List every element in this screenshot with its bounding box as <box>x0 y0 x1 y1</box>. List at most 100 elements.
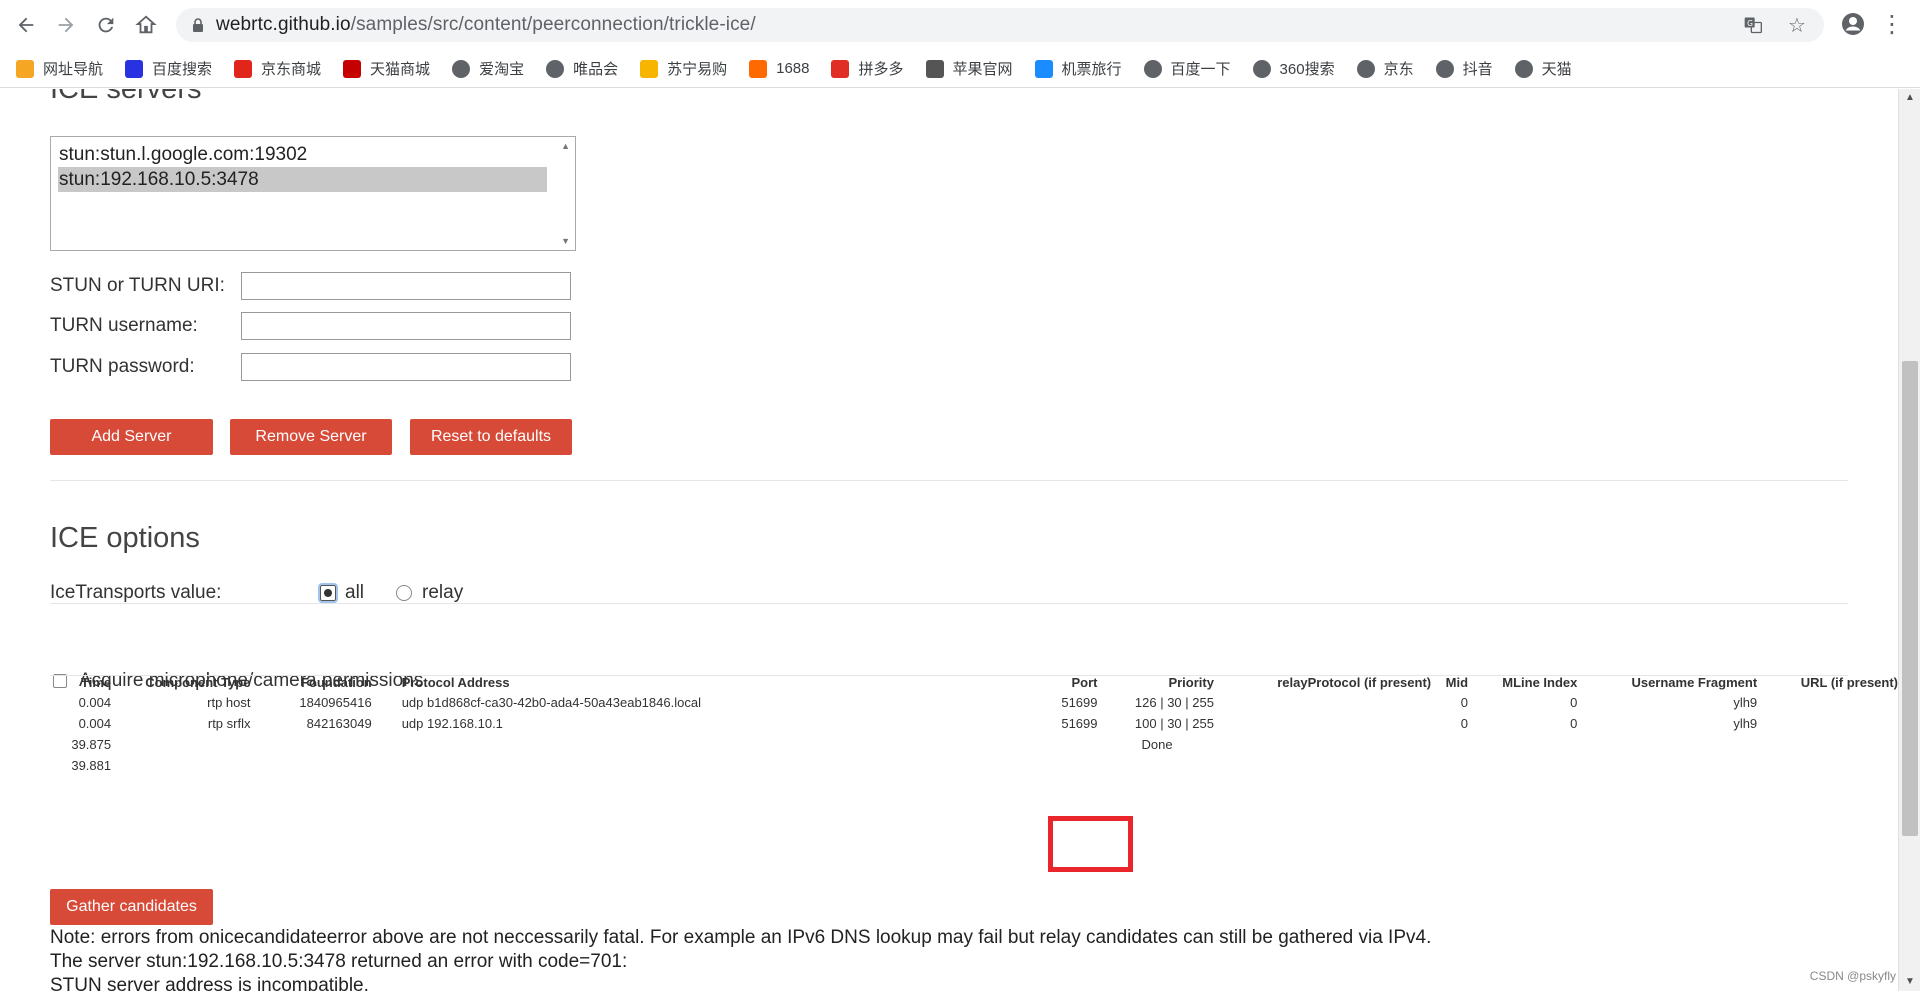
table-cell: 126 | 30 | 255 <box>1134 695 1214 710</box>
table-cell: 0.004 <box>78 695 112 710</box>
bookmark-item[interactable]: 拼多多 <box>831 58 904 79</box>
radio-all[interactable] <box>318 583 338 603</box>
table-cell <box>701 734 1098 755</box>
gather-candidates-button[interactable]: Gather candidates <box>50 889 213 925</box>
radio-relay[interactable] <box>396 585 413 601</box>
table-cell: 0 <box>1570 716 1578 731</box>
bookmark-favicon-icon <box>1356 59 1375 78</box>
menu-icon[interactable]: ⋮ <box>1880 12 1904 38</box>
bookmark-item[interactable]: 唯品会 <box>546 58 618 79</box>
bookmarks-bar: 网址导航 百度搜索 京东商城 天猫商城 爱淘宝 唯品会 苏宁易购 1688 拼多多 苹果官网 机票旅… <box>0 50 1920 88</box>
col-priority: Priority <box>1168 674 1214 690</box>
col-url: URL (if present) <box>1800 674 1898 690</box>
bookmark-item[interactable]: 京东 <box>1356 58 1414 79</box>
page-scrollbar[interactable]: ▲ ▼ <box>1898 89 1920 991</box>
table-row: 0.004 rtp host 1840965416 udp b1d868cf-ca30… <box>54 692 1898 713</box>
bookmark-item[interactable]: 1688 <box>749 59 809 78</box>
watermark: CSDN @pskyfly <box>1809 969 1896 983</box>
bookmark-label: 苏宁易购 <box>667 61 728 78</box>
table-cell: rtp srflx <box>207 716 251 731</box>
scrollbar-thumb[interactable] <box>1902 361 1918 836</box>
table-cell <box>701 755 1098 776</box>
bookmark-item[interactable]: 天猫 <box>1514 58 1572 79</box>
table-cell <box>1431 734 1468 755</box>
scroll-down-icon[interactable]: ▼ <box>1899 973 1920 991</box>
table-cell <box>1214 755 1431 776</box>
ice-servers-list[interactable]: stun:stun.l.google.com:19302 stun:192.16… <box>50 136 576 251</box>
table-cell: 0.004 <box>78 716 112 731</box>
table-cell: 1840965416 <box>299 695 372 710</box>
bookmark-favicon-icon <box>452 59 471 78</box>
candidates-table: Time Component Type Foundation Protocol … <box>54 672 1898 776</box>
table-cell: 51699 <box>1061 695 1098 710</box>
radio-all-label[interactable]: all <box>345 582 364 604</box>
table-cell <box>1468 734 1577 755</box>
bookmark-favicon-icon <box>831 59 850 78</box>
table-cell: 0 <box>1460 716 1469 731</box>
col-port: Port <box>1071 674 1098 690</box>
bookmark-label: 拼多多 <box>858 61 904 78</box>
bookmark-label: 京东商城 <box>261 61 322 78</box>
col-protocol-address: Protocol Address <box>401 674 510 690</box>
bookmark-favicon-icon <box>1034 59 1053 78</box>
bookmark-item[interactable]: 网址导航 <box>16 58 103 79</box>
ice-servers-heading: ICE servers <box>50 89 202 105</box>
add-server-button[interactable]: Add Server <box>50 419 213 455</box>
server-option-selected[interactable]: stun:192.168.10.5:3478 <box>58 167 547 192</box>
table-cell <box>111 734 250 755</box>
bookmark-item[interactable]: 苏宁易购 <box>640 58 727 79</box>
bookmark-label: 爱淘宝 <box>479 61 525 78</box>
forward-icon[interactable] <box>48 7 84 43</box>
bookmark-item[interactable]: 天猫商城 <box>343 58 430 79</box>
table-cell: ylh9 <box>1733 716 1758 731</box>
turn-password-input[interactable] <box>241 353 571 381</box>
bookmark-label: 机票旅行 <box>1061 61 1122 78</box>
ice-options-heading: ICE options <box>50 522 200 554</box>
turn-username-input[interactable] <box>241 312 571 340</box>
address-bar[interactable]: webrtc.github.io/samples/src/content/pee… <box>176 8 1824 42</box>
server-option[interactable]: stun:stun.l.google.com:19302 <box>58 142 547 167</box>
reset-defaults-button[interactable]: Reset to defaults <box>410 419 572 455</box>
table-cell <box>111 755 250 776</box>
table-cell <box>1577 755 1757 776</box>
table-cell: rtp host <box>207 695 251 710</box>
table-cell <box>372 755 701 776</box>
col-relay-protocol: relayProtocol (if present) <box>1277 674 1432 690</box>
bookmark-item[interactable]: 机票旅行 <box>1034 58 1122 79</box>
bookmark-label: 百度一下 <box>1170 61 1231 78</box>
reload-icon[interactable] <box>88 7 124 43</box>
bookmark-item[interactable]: 京东商城 <box>234 58 321 79</box>
bookmark-item[interactable]: 百度一下 <box>1143 58 1231 79</box>
bookmark-favicon-icon <box>125 59 144 78</box>
turn-password-label: TURN password: <box>50 356 195 377</box>
home-icon[interactable] <box>128 7 164 43</box>
stun-uri-input[interactable] <box>241 272 571 300</box>
table-cell <box>1431 755 1468 776</box>
bookmark-favicon-icon <box>925 59 944 78</box>
table-cell <box>372 734 701 755</box>
scroll-up-icon[interactable]: ▲ <box>561 141 570 151</box>
bookmark-item[interactable]: 爱淘宝 <box>452 58 524 79</box>
error-text: The server stun:192.168.10.5:3478 return… <box>50 951 628 972</box>
scroll-up-icon[interactable]: ▲ <box>1899 89 1920 107</box>
back-icon[interactable] <box>8 7 44 43</box>
scroll-down-icon[interactable]: ▼ <box>561 236 570 246</box>
bookmark-label: 360搜索 <box>1279 61 1335 78</box>
table-row: 0.004 rtp srflx 842163049 udp 192.168.10.1 5… <box>54 713 1898 734</box>
bookmark-item[interactable]: 360搜索 <box>1252 58 1335 79</box>
translate-icon[interactable]: G <box>1740 12 1766 38</box>
bookmark-star-icon[interactable]: ☆ <box>1784 12 1810 38</box>
table-cell <box>1468 755 1577 776</box>
bookmark-item[interactable]: 苹果官网 <box>925 58 1013 79</box>
remove-server-button[interactable]: Remove Server <box>230 419 392 455</box>
table-cell: ylh9 <box>1733 695 1758 710</box>
profile-icon[interactable] <box>1838 9 1868 39</box>
bookmark-item[interactable]: 抖音 <box>1435 58 1493 79</box>
radio-relay-label[interactable]: relay <box>422 582 463 604</box>
lock-icon <box>193 18 203 32</box>
col-username-fragment: Username Fragment <box>1631 674 1758 690</box>
bookmark-favicon-icon <box>1435 59 1454 78</box>
table-cell: 51699 <box>1061 716 1098 731</box>
table-cell: 100 | 30 | 255 <box>1134 716 1214 731</box>
bookmark-item[interactable]: 百度搜索 <box>125 58 212 79</box>
